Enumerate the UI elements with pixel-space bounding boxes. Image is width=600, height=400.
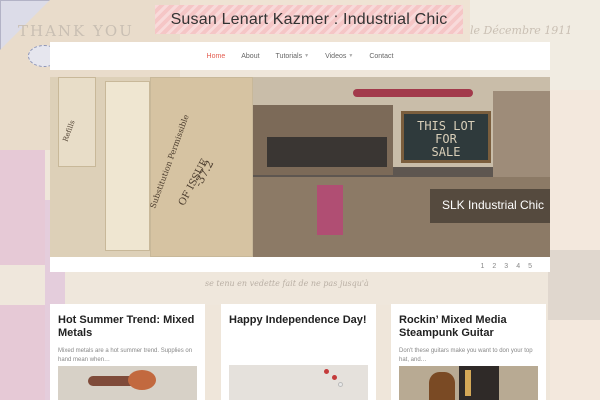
bg-scrap-text: se tenu en vedette fait de ne pas jusqu'…: [205, 279, 369, 288]
slider-page-1[interactable]: 1: [480, 263, 484, 270]
workshop-sign-text: THIS LOT FOR SALE: [417, 119, 475, 159]
nav-item-about[interactable]: About: [233, 53, 267, 60]
post-card: Hot Summer Trend: Mixed Metals Mixed met…: [50, 304, 205, 400]
site-title[interactable]: Susan Lenart Kazmer : Industrial Chic: [155, 11, 463, 29]
post-title-link[interactable]: Rockin’ Mixed Media Steampunk Guitar: [399, 314, 538, 340]
post-title-link[interactable]: Hot Summer Trend: Mixed Metals: [58, 314, 197, 340]
nav-item-label: Contact: [369, 52, 394, 60]
workshop-banner: [353, 89, 473, 97]
nav-item-label: Tutorials: [275, 52, 303, 60]
main-nav: Home About Tutorials ▼ Videos ▼ Contact: [50, 42, 550, 70]
slide-image-workshop[interactable]: THIS LOT FOR SALE: [253, 77, 550, 257]
post-thumbnail[interactable]: [399, 366, 538, 400]
nav-item-tutorials[interactable]: Tutorials ▼: [268, 53, 318, 60]
slider-page-4[interactable]: 4: [516, 263, 520, 270]
chevron-down-icon: ▼: [348, 53, 354, 59]
nav-item-label: Home: [206, 52, 226, 60]
slider-page-3[interactable]: 3: [504, 263, 508, 270]
slide-caption[interactable]: SLK Industrial Chic: [430, 189, 550, 223]
bg-paper-scrap: [550, 90, 600, 400]
post-card: Happy Independence Day!: [221, 304, 376, 400]
nav-item-home[interactable]: Home: [199, 53, 234, 60]
featured-slider: Substitution Permissible OF ISSUE -37.2 …: [50, 77, 550, 272]
bg-scrap-text: THANK YOU: [18, 22, 134, 40]
slider-pagination: 1 2 3 4 5: [480, 263, 532, 270]
thumb-bead: [332, 375, 337, 380]
doc-scrap: [58, 77, 96, 167]
post-excerpt: Mixed metals are a hot summer trend. Sup…: [58, 348, 193, 363]
nav-item-label: About: [241, 52, 260, 60]
chevron-down-icon: ▼: [304, 53, 310, 59]
site-title-banner: Susan Lenart Kazmer : Industrial Chic: [155, 5, 463, 34]
thumb-bead: [324, 369, 329, 374]
post-thumbnail[interactable]: [229, 365, 368, 400]
workshop-sign: THIS LOT FOR SALE: [401, 111, 491, 163]
thumb-guitar-body: [429, 372, 455, 400]
thumb-guitar-strings: [465, 370, 471, 396]
post-card: Rockin’ Mixed Media Steampunk Guitar Don…: [391, 304, 546, 400]
nav-item-videos[interactable]: Videos ▼: [317, 53, 361, 60]
doc-scrap: [105, 81, 150, 251]
post-title-link[interactable]: Happy Independence Day!: [229, 314, 368, 327]
slider-page-5[interactable]: 5: [528, 263, 532, 270]
slider-page-2[interactable]: 2: [492, 263, 496, 270]
workshop-shelf: [267, 137, 387, 167]
thumb-shape: [128, 370, 156, 390]
slide-image-documents[interactable]: Substitution Permissible OF ISSUE -37.2 …: [50, 77, 253, 257]
bg-paper-scrap: [548, 250, 600, 320]
bg-scrap-text: le Décembre 1911: [470, 24, 573, 37]
thumb-bead: [338, 382, 343, 387]
nav-item-contact[interactable]: Contact: [361, 53, 401, 60]
post-thumbnail[interactable]: [58, 366, 197, 400]
nav-item-label: Videos: [325, 52, 347, 60]
workshop-chair: [317, 185, 343, 235]
workshop-cabinet: [493, 91, 550, 191]
post-excerpt: Don't these guitars make you want to don…: [399, 348, 533, 363]
